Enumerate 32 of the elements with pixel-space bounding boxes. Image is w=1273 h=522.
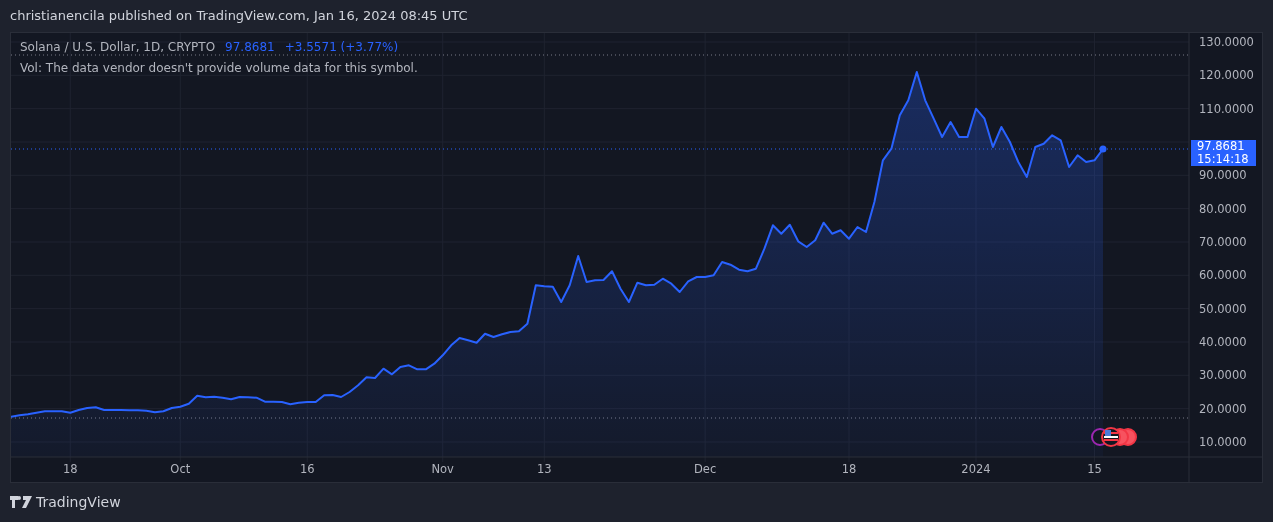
x-axis-label: 16 (299, 462, 315, 476)
y-axis-label: 80.0000 (1199, 201, 1247, 216)
y-axis-label: 70.0000 (1199, 235, 1247, 249)
x-axis-label: 18 (62, 462, 78, 476)
x-axis-label: 15 (1087, 462, 1102, 476)
x-axis-label: 2024 (961, 462, 991, 476)
last-price: 97.8681 (1197, 140, 1246, 153)
price-change: +3.5571 (+3.77%) (284, 39, 399, 56)
x-axis-label: Dec (694, 462, 717, 476)
countdown-timer: 15:14:18 (1197, 153, 1250, 166)
x-axis-label: Oct (170, 462, 191, 476)
event-markers-drawing (1091, 427, 1137, 447)
x-axis-label: 18 (841, 462, 857, 476)
y-axis-label: 20.0000 (1199, 401, 1247, 416)
y-axis-label: 110.0000 (1199, 101, 1254, 116)
x-axis-label: 13 (536, 462, 552, 476)
y-axis-label: 130.0000 (1199, 35, 1254, 49)
x-axis-label: Nov (431, 462, 454, 476)
brand-name: TradingView (36, 492, 121, 512)
y-axis-label: 40.0000 (1199, 335, 1247, 349)
last-price-value: 97.8681 (225, 39, 275, 56)
y-axis-label: 50.0000 (1199, 301, 1247, 316)
y-axis-label: 60.0000 (1199, 268, 1247, 283)
symbol-title: Solana / U.S. Dollar, 1D, CRYPTO (20, 39, 216, 56)
tradingview-logo-icon (10, 496, 32, 508)
publish-info: christianencila published on TradingView.com, Jan 16, 2024 08:45 UTC (10, 7, 468, 26)
last-price-dot (1099, 145, 1107, 153)
y-axis-label: 10.0000 (1199, 435, 1247, 449)
y-axis-label: 120.0000 (1199, 68, 1254, 83)
volume-notice: Vol: The data vendor doesn't provide volume data for this symbol. (20, 60, 418, 77)
y-axis-label: 30.0000 (1199, 368, 1247, 383)
y-axis-label: 90.0000 (1199, 168, 1247, 183)
